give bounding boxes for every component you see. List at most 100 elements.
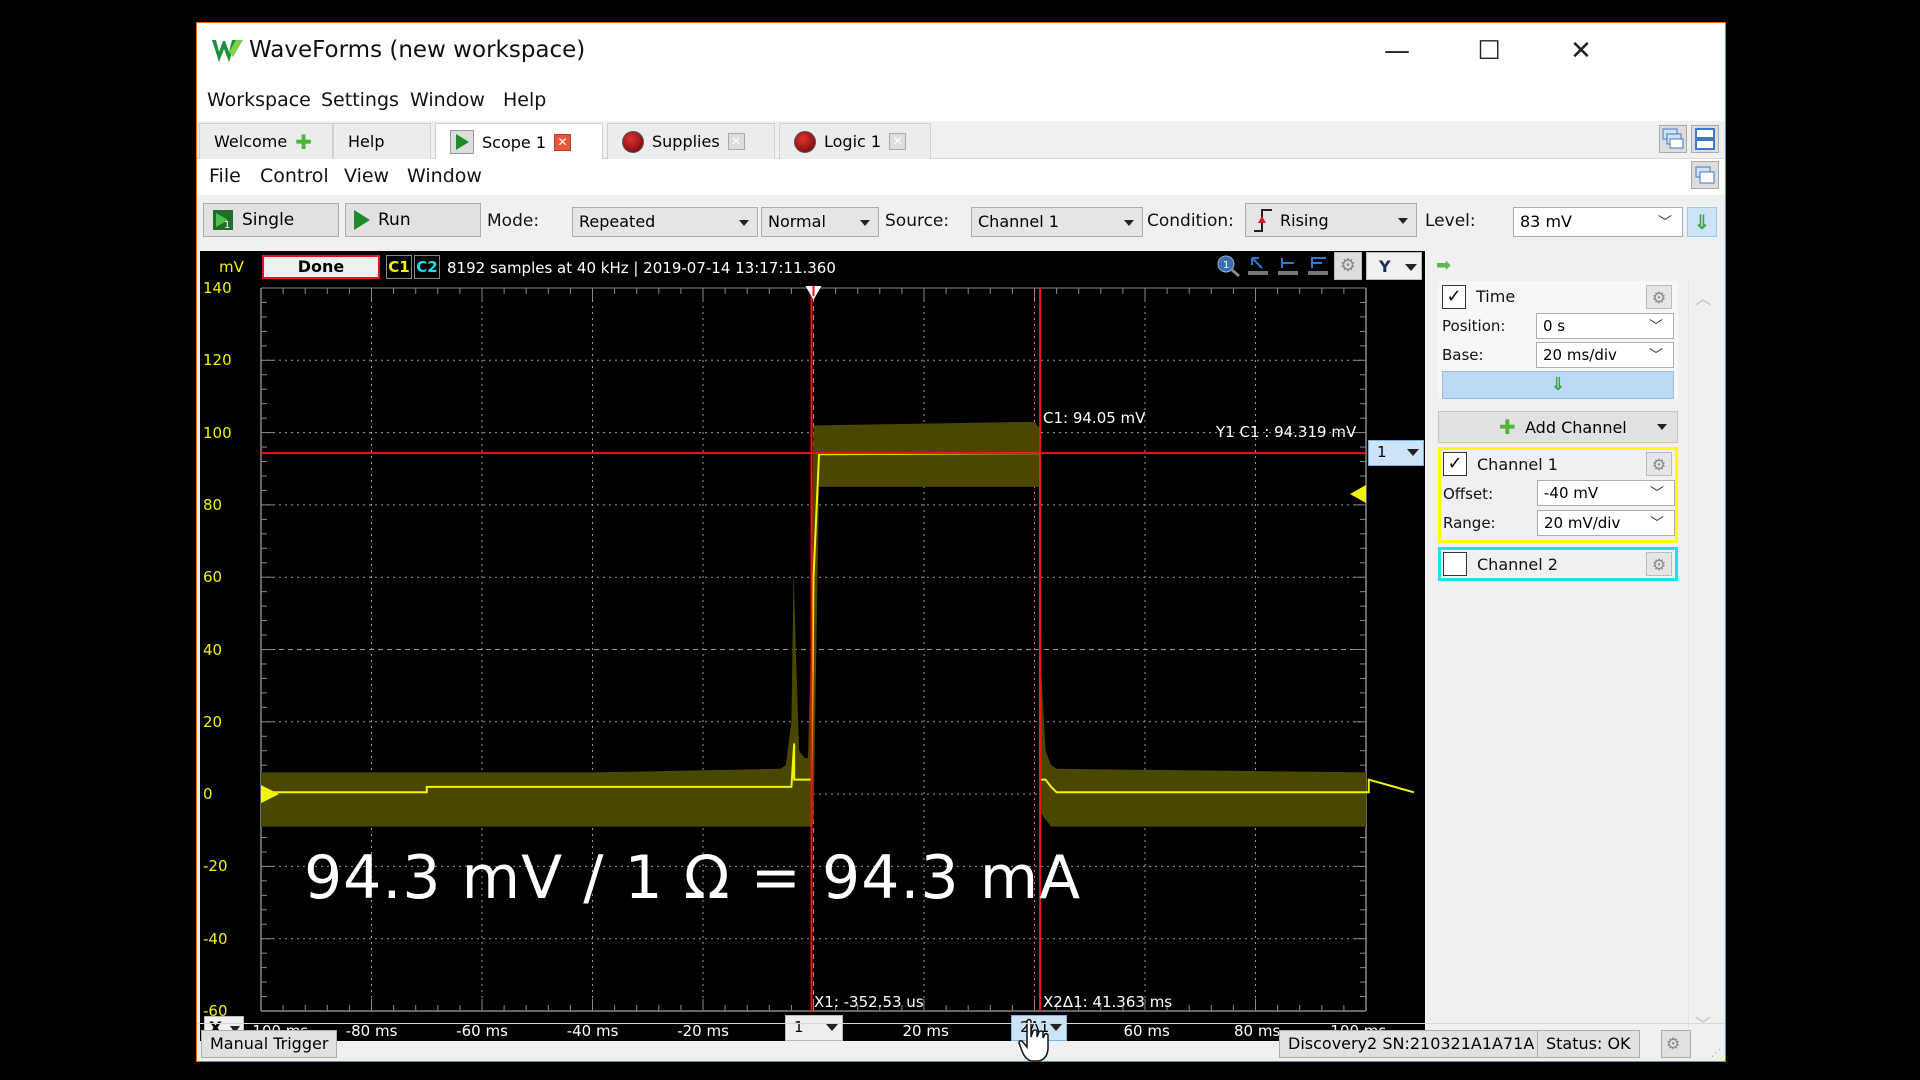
menu-settings[interactable]: Settings: [321, 89, 399, 111]
gear-icon: ⚙: [1666, 1034, 1681, 1053]
stop-icon: [622, 130, 644, 153]
channel-1-offset-value: -40 mV: [1544, 484, 1599, 502]
time-base-value: 20 ms/div: [1543, 346, 1617, 364]
channel-2-settings-button[interactable]: ⚙: [1646, 552, 1672, 576]
close-tab-icon[interactable]: ✕: [889, 133, 907, 150]
menu-bar: Workspace Settings Window Help: [197, 81, 1725, 121]
menu-help[interactable]: Help: [503, 89, 546, 111]
channel-1-range-input[interactable]: 20 mV/div ﹀: [1537, 510, 1675, 536]
minimize-button[interactable]: —: [1367, 33, 1427, 69]
tab-bar: Welcome ✚ Help Scope 1 ✕ Supplies ✕ Logi…: [197, 121, 1725, 160]
source-label: Source:: [885, 211, 950, 231]
menu-control[interactable]: Control: [260, 165, 329, 187]
menu-view[interactable]: View: [344, 165, 389, 187]
maximize-icon: ☐: [1477, 36, 1501, 66]
y-tick-label: 100: [203, 423, 232, 442]
source-value: Channel 1: [978, 212, 1059, 231]
menu-window[interactable]: Window: [410, 89, 485, 111]
resize-grip-icon[interactable]: ⋰: [1711, 1048, 1721, 1059]
run-button[interactable]: Run: [345, 203, 481, 237]
scope-plot[interactable]: mV Done C1 C2 8192 samples at 40 kHz | 2…: [200, 251, 1425, 1062]
time-settings-button[interactable]: ⚙: [1646, 285, 1672, 309]
sidebar-scrollbar[interactable]: ︿ ﹀: [1688, 281, 1716, 1041]
dropdown-arrow-icon: [860, 220, 870, 226]
x1-cursor-readout: X1: -352.53 us: [814, 993, 924, 1011]
collapse-arrow-icon[interactable]: ➡: [1436, 255, 1451, 276]
device-settings-button[interactable]: ⚙: [1661, 1030, 1691, 1058]
menu-file[interactable]: File: [209, 165, 241, 187]
offset-label: Offset:: [1443, 485, 1494, 503]
menu-window[interactable]: Window: [407, 165, 482, 187]
mode-label: Mode:: [487, 211, 540, 231]
y-tick-label: 60: [203, 568, 223, 587]
close-tab-icon[interactable]: ✕: [554, 133, 572, 151]
tab-help[interactable]: Help: [333, 123, 431, 159]
tab-label: Scope 1: [482, 132, 547, 152]
tab-welcome[interactable]: Welcome ✚: [199, 123, 333, 159]
y1-cursor-select[interactable]: 1: [1368, 440, 1424, 466]
time-label: Time: [1476, 287, 1516, 306]
y-tick-label: 120: [203, 351, 232, 370]
y-tick-label: 20: [203, 712, 223, 731]
mode-select[interactable]: Repeated: [572, 207, 758, 237]
waveform-chart[interactable]: [200, 251, 1425, 1041]
tab-scope-1[interactable]: Scope 1 ✕: [435, 123, 603, 160]
level-input[interactable]: 83 mV ﹀: [1513, 207, 1683, 237]
tab-logic-1[interactable]: Logic 1 ✕: [779, 123, 931, 159]
restore-view-button[interactable]: [1691, 161, 1719, 189]
gear-icon: ⚙: [1651, 454, 1667, 474]
tab-supplies[interactable]: Supplies ✕: [607, 123, 775, 159]
chevron-down-icon: ﹀: [1649, 348, 1663, 364]
close-button[interactable]: ✕: [1551, 33, 1611, 69]
scope-menu-bar: File Control View Window: [197, 159, 1725, 195]
channel-1-checkbox[interactable]: ✓: [1443, 452, 1467, 476]
window-title: WaveForms (new workspace): [249, 37, 586, 63]
time-checkbox[interactable]: ✓: [1442, 285, 1466, 309]
single-label: Single: [242, 210, 295, 230]
scroll-up-icon[interactable]: ︿: [1695, 285, 1711, 309]
time-base-input[interactable]: 20 ms/div ﹀: [1536, 342, 1674, 368]
plus-icon: ✚: [1499, 415, 1516, 439]
time-position-input[interactable]: 0 s ﹀: [1536, 313, 1674, 339]
trigger-type-select[interactable]: Normal: [761, 207, 879, 237]
condition-select[interactable]: Rising: [1245, 203, 1417, 237]
arrow-down-icon: ⇓: [1550, 374, 1566, 395]
apply-level-button[interactable]: ⇓: [1687, 207, 1717, 237]
close-icon: ✕: [1570, 36, 1592, 66]
cascade-windows-button[interactable]: [1659, 125, 1687, 153]
tile-windows-button[interactable]: [1691, 125, 1719, 153]
source-select[interactable]: Channel 1: [971, 207, 1143, 237]
y1-cursor-label: 1: [1377, 443, 1387, 461]
channel-1-offset-input[interactable]: -40 mV ﹀: [1537, 480, 1675, 506]
channel-1-settings-button[interactable]: ⚙: [1646, 452, 1672, 476]
run-label: Run: [378, 210, 411, 230]
close-tab-icon[interactable]: ✕: [727, 133, 745, 150]
channel-2-checkbox[interactable]: [1443, 552, 1467, 576]
maximize-button[interactable]: ☐: [1459, 33, 1519, 69]
rising-edge-icon: [1254, 209, 1272, 232]
add-channel-button[interactable]: ✚ Add Channel: [1438, 411, 1678, 443]
gear-icon: ⚙: [1651, 554, 1667, 574]
arrow-down-icon: ⇓: [1693, 210, 1711, 234]
level-label: Level:: [1425, 211, 1476, 231]
minimize-icon: —: [1384, 36, 1410, 66]
trigger-level-marker: [1350, 485, 1366, 504]
channel-2-label: Channel 2: [1477, 555, 1558, 574]
chevron-down-icon: ﹀: [1650, 516, 1664, 532]
plus-icon: ✚: [295, 129, 312, 154]
y-tick-label: -40: [203, 929, 228, 948]
manual-trigger-button[interactable]: Manual Trigger: [201, 1030, 338, 1058]
waveforms-logo-icon: [212, 40, 243, 62]
device-info-button[interactable]: Discovery2 SN:210321A1A71A: [1279, 1030, 1544, 1058]
menu-workspace[interactable]: Workspace: [207, 89, 311, 111]
tab-label: Welcome: [214, 132, 288, 151]
c1-waveform-line: [261, 452, 1415, 794]
chevron-down-icon: ﹀: [1649, 319, 1663, 335]
apply-time-button[interactable]: ⇓: [1442, 371, 1674, 399]
single-button[interactable]: 1 Single: [203, 203, 339, 237]
c1-cursor-value: C1: 94.05 mV: [1043, 409, 1146, 427]
settings-sidebar: ➡ ✓ Time ⚙ Position: 0 s ﹀ Base: 20 ms/di…: [1430, 251, 1720, 1041]
condition-label: Condition:: [1147, 211, 1234, 231]
dropdown-arrow-icon: [739, 220, 749, 226]
status-indicator[interactable]: Status: OK: [1537, 1030, 1640, 1058]
